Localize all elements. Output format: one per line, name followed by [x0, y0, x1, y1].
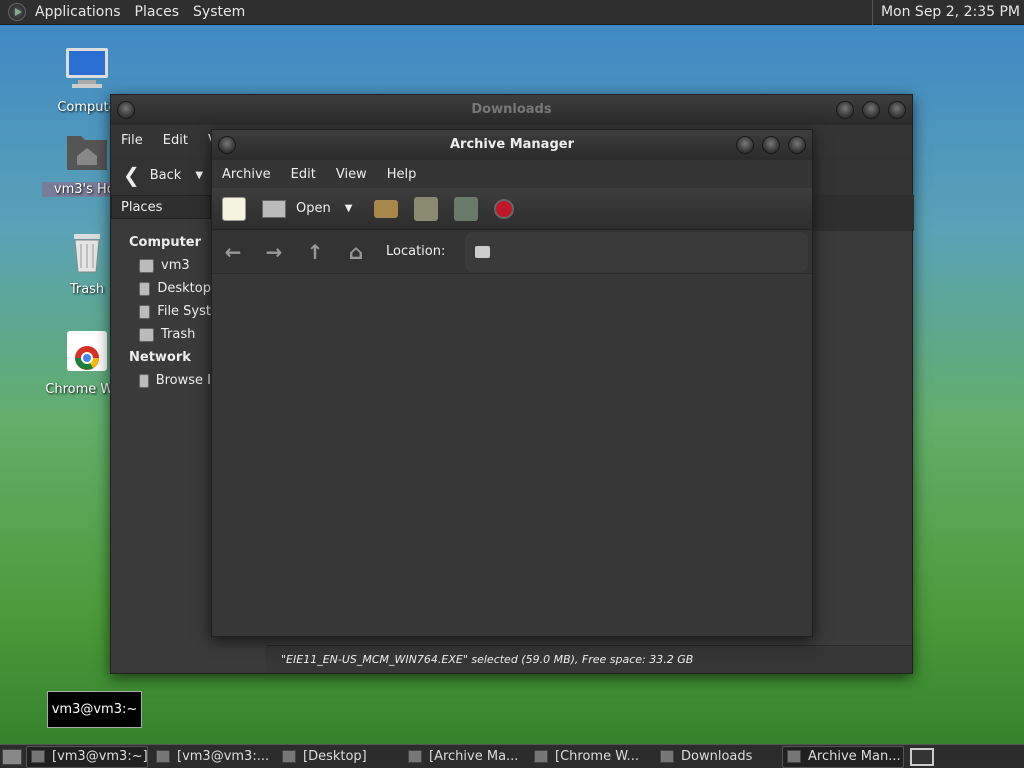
minimize-button[interactable]	[836, 101, 854, 119]
clock[interactable]: Mon Sep 2, 2:35 PM	[871, 0, 1020, 25]
workspace-switcher[interactable]	[910, 747, 934, 766]
archive-toolbar: Open ▼	[212, 188, 812, 230]
places-sidebar: Computer vm3 Desktop File Syst Trash Net…	[111, 231, 211, 392]
places-selector[interactable]: Places	[111, 195, 211, 219]
task-button[interactable]: [Desktop]	[278, 746, 400, 768]
back-arrow-icon[interactable]: ←	[222, 241, 244, 263]
archive-icon	[787, 750, 801, 763]
column-header	[811, 195, 914, 231]
back-dropdown-icon[interactable]: ▼	[195, 170, 203, 181]
edit-menu[interactable]: Edit	[281, 167, 326, 182]
network-icon	[139, 373, 149, 388]
places-item-label: Trash	[161, 327, 196, 342]
places-item-label: Browse I	[155, 373, 211, 388]
back-arrow-icon: ❮	[123, 163, 140, 187]
folder-icon	[660, 750, 674, 763]
task-button[interactable]: [vm3@vm3:~]	[26, 745, 148, 768]
applications-menu[interactable]: Applications	[28, 0, 128, 25]
chrome-icon	[67, 331, 107, 371]
task-label: [vm3@vm3:...	[177, 749, 270, 764]
chrome-icon	[534, 750, 548, 763]
location-label: Location:	[386, 244, 446, 259]
archive-manager-window: Archive Manager Archive Edit View Help O…	[211, 129, 813, 637]
places-heading-network: Network	[129, 350, 191, 365]
add-files-icon[interactable]	[414, 196, 439, 221]
places-item-label: File Syst	[157, 304, 211, 319]
location-bar: ← → ↑ ⌂ Location:	[212, 230, 812, 274]
folder-icon	[282, 750, 296, 763]
places-label: Places	[121, 200, 163, 215]
places-item-filesystem[interactable]: File Syst	[111, 300, 211, 323]
help-menu[interactable]: Help	[377, 167, 427, 182]
open-button[interactable]: Open	[296, 201, 331, 216]
maximize-button[interactable]	[862, 101, 880, 119]
task-label: [Desktop]	[303, 749, 367, 764]
file-menu[interactable]: File	[111, 133, 153, 148]
terminal-icon	[31, 750, 45, 763]
home-icon	[139, 258, 154, 273]
task-label: Archive Man...	[808, 749, 901, 764]
window-menu-button[interactable]	[117, 101, 135, 119]
top-panel: Applications Places System Mon Sep 2, 2:…	[0, 0, 1024, 25]
places-menu[interactable]: Places	[128, 0, 187, 25]
places-item-label: Desktop	[157, 281, 211, 296]
folder-icon	[475, 245, 491, 258]
places-item-label: vm3	[161, 258, 190, 273]
open-archive-icon[interactable]	[262, 199, 286, 218]
places-item-browse-network[interactable]: Browse I	[111, 369, 211, 392]
places-item-desktop[interactable]: Desktop	[111, 277, 211, 300]
task-button[interactable]: [Chrome W...	[530, 746, 652, 768]
trash-icon	[139, 327, 154, 342]
places-item-vm3[interactable]: vm3	[111, 254, 211, 277]
maximize-button[interactable]	[762, 136, 780, 154]
archive-menu[interactable]: Archive	[212, 167, 281, 182]
open-dropdown-icon[interactable]: ▼	[345, 203, 353, 214]
places-heading-computer: Computer	[129, 235, 202, 250]
archive-contents[interactable]	[212, 274, 812, 634]
view-menu[interactable]: View	[326, 167, 377, 182]
taskbar-tooltip: vm3@vm3:~	[47, 691, 142, 728]
close-button[interactable]	[788, 136, 806, 154]
back-button[interactable]: Back	[150, 168, 182, 183]
bottom-panel: [vm3@vm3:~] [vm3@vm3:... [Desktop] [Arch…	[0, 744, 1024, 768]
forward-arrow-icon[interactable]: →	[263, 241, 285, 263]
home-folder-icon	[67, 136, 107, 170]
extract-icon[interactable]	[374, 199, 399, 218]
window-title: Archive Manager	[450, 137, 574, 152]
status-bar: "EIE11_EN-US_MCM_WIN764.EXE" selected (5…	[266, 645, 912, 673]
close-button[interactable]	[888, 101, 906, 119]
archive-icon	[408, 750, 422, 763]
task-label: [Chrome W...	[555, 749, 639, 764]
archive-titlebar[interactable]: Archive Manager	[212, 130, 812, 160]
downloads-titlebar[interactable]: Downloads	[111, 95, 912, 125]
computer-icon	[66, 48, 108, 88]
task-label: [vm3@vm3:~]	[52, 749, 148, 764]
drive-icon	[139, 304, 151, 319]
new-archive-icon[interactable]	[222, 196, 246, 221]
task-button[interactable]: [vm3@vm3:...	[152, 746, 274, 768]
show-desktop-icon[interactable]	[2, 748, 22, 765]
location-field[interactable]	[465, 231, 808, 272]
add-folder-icon[interactable]	[454, 196, 479, 221]
terminal-icon	[156, 750, 170, 763]
archive-menubar: Archive Edit View Help	[212, 160, 812, 188]
task-button[interactable]: Downloads	[656, 746, 778, 768]
desktop-icon	[139, 281, 151, 296]
window-title: Downloads	[471, 102, 552, 117]
up-arrow-icon[interactable]: ↑	[304, 241, 326, 263]
window-menu-button[interactable]	[218, 136, 236, 154]
edit-menu[interactable]: Edit	[153, 133, 198, 148]
trash-icon	[74, 234, 100, 273]
places-item-trash[interactable]: Trash	[111, 323, 211, 346]
task-label: Downloads	[681, 749, 753, 764]
home-icon[interactable]: ⌂	[345, 241, 367, 263]
task-label: [Archive Ma...	[429, 749, 519, 764]
minimize-button[interactable]	[736, 136, 754, 154]
stop-icon[interactable]	[494, 198, 515, 219]
system-menu[interactable]: System	[186, 0, 252, 25]
task-button[interactable]: [Archive Ma...	[404, 746, 526, 768]
task-button[interactable]: Archive Man...	[782, 745, 904, 768]
distro-logo-icon[interactable]	[8, 3, 26, 21]
